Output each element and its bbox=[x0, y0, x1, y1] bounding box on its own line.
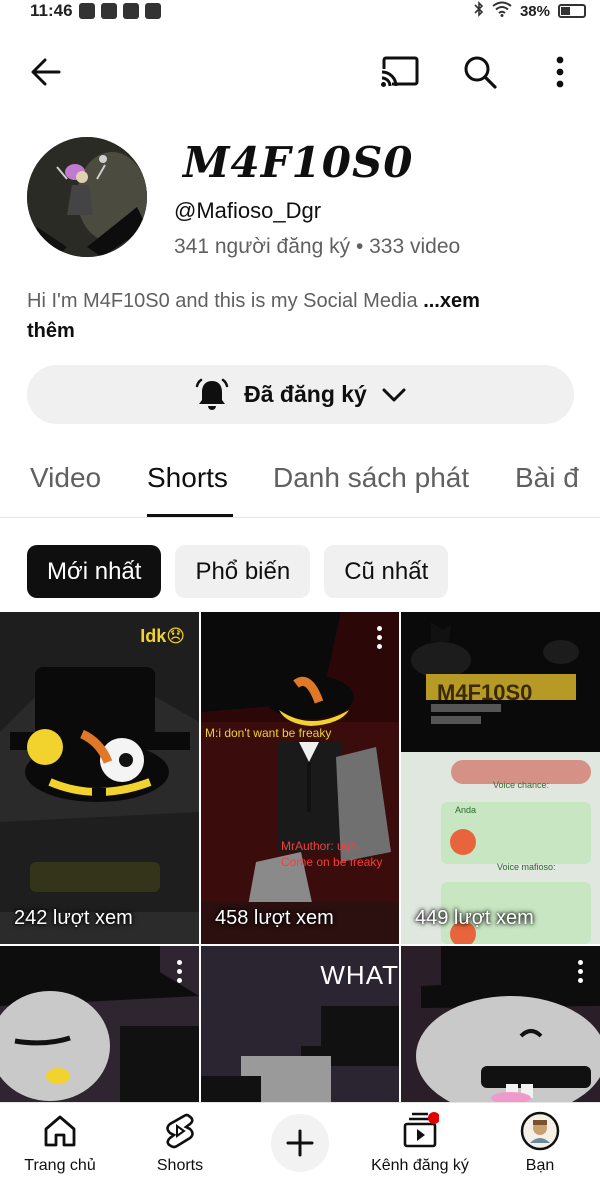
cast-button[interactable] bbox=[374, 46, 426, 98]
description-text: Hi I'm M4F10S0 and this is my Social Med… bbox=[27, 290, 424, 312]
home-icon bbox=[44, 1115, 76, 1147]
short-more-button[interactable] bbox=[576, 960, 584, 986]
short-caption-secondary: MrAuthor: ugh.. Come on be freaky bbox=[281, 839, 383, 869]
arrow-left-icon bbox=[31, 58, 61, 86]
nav-home[interactable]: Trang chủ bbox=[0, 1111, 120, 1175]
search-button[interactable] bbox=[454, 46, 506, 98]
nav-you-label: Bạn bbox=[525, 1157, 555, 1174]
short-caption: Idk😞 bbox=[140, 626, 185, 646]
short-views: 242 lượt xem bbox=[14, 907, 133, 929]
channel-avatar[interactable] bbox=[27, 137, 147, 257]
channel-stats: 341 người đăng ký • 333 video bbox=[174, 235, 461, 258]
shorts-grid: Idk😞 242 lượt xem M:i don't want be frea… bbox=[0, 612, 600, 1102]
channel-name: M4F10S0 bbox=[183, 138, 414, 187]
search-icon bbox=[464, 56, 497, 89]
short-card[interactable] bbox=[0, 946, 199, 1102]
short-thumbnail bbox=[0, 946, 199, 1102]
subscribed-label: Đã đăng ký bbox=[244, 381, 367, 407]
short-caption: WHAT bbox=[320, 960, 399, 990]
active-tab-indicator bbox=[147, 514, 233, 517]
short-thumbnail bbox=[201, 612, 399, 944]
chip-oldest[interactable]: Cũ nhất bbox=[324, 545, 449, 598]
nav-home-label: Trang chủ bbox=[24, 1157, 96, 1174]
chip-newest[interactable]: Mới nhất bbox=[27, 545, 162, 598]
create-button[interactable] bbox=[271, 1114, 329, 1172]
nav-subscriptions-label: Kênh đăng ký bbox=[371, 1157, 469, 1174]
nav-subscriptions[interactable]: Kênh đăng ký bbox=[360, 1111, 480, 1175]
status-left: 11:46 bbox=[30, 1, 161, 21]
subscribed-button[interactable]: Đã đăng ký bbox=[27, 365, 574, 424]
battery-icon bbox=[558, 4, 586, 18]
chat-voice-label-2: Voice mafioso: bbox=[497, 862, 556, 872]
nav-shorts[interactable]: Shorts bbox=[120, 1111, 240, 1175]
back-button[interactable] bbox=[20, 46, 72, 98]
short-card[interactable]: WHAT bbox=[201, 946, 399, 1102]
status-time: 11:46 bbox=[30, 1, 73, 20]
short-views: 458 lượt xem bbox=[215, 907, 334, 929]
more-link[interactable]: ...xem bbox=[423, 290, 480, 312]
sort-chips: Mới nhất Phổ biến Cũ nhất bbox=[27, 545, 449, 598]
short-views: 449 lượt xem bbox=[415, 907, 534, 929]
short-more-button[interactable] bbox=[175, 960, 183, 986]
shorts-icon bbox=[166, 1113, 194, 1149]
nav-shorts-label: Shorts bbox=[156, 1157, 204, 1174]
chat-voice-label: Voice chance: bbox=[493, 780, 550, 790]
short-card[interactable]: Idk😞 242 lượt xem bbox=[0, 612, 199, 944]
channel-tabs: Video Shorts Danh sách phát Bài đ bbox=[0, 450, 600, 518]
top-app-bar bbox=[0, 46, 600, 98]
settings-notification-icon bbox=[144, 3, 161, 19]
short-card[interactable]: M4F10S0 Voice chance: Anda Voice mafioso… bbox=[401, 612, 600, 944]
mail-notification-icon bbox=[122, 3, 139, 19]
short-caption: M4F10S0 bbox=[437, 680, 533, 705]
nav-you[interactable]: Bạn bbox=[480, 1111, 600, 1175]
tiktok-notification-icon bbox=[78, 3, 95, 19]
tab-video[interactable]: Video bbox=[30, 462, 101, 494]
notification-icon bbox=[100, 3, 117, 19]
avatar-image bbox=[27, 137, 147, 257]
short-thumbnail bbox=[0, 612, 199, 944]
subscriptions-icon bbox=[403, 1112, 439, 1148]
channel-description[interactable]: Hi I'm M4F10S0 and this is my Social Med… bbox=[27, 286, 567, 346]
tab-playlists[interactable]: Danh sách phát bbox=[273, 462, 469, 494]
tab-shorts[interactable]: Shorts bbox=[147, 462, 228, 494]
more-link-line2[interactable]: thêm bbox=[27, 320, 75, 342]
bell-ring-icon bbox=[195, 378, 229, 410]
chip-popular[interactable]: Phổ biến bbox=[175, 545, 311, 598]
short-card[interactable] bbox=[401, 946, 600, 1102]
status-right: 38% bbox=[474, 1, 586, 21]
wifi-icon bbox=[492, 1, 512, 21]
cast-icon bbox=[380, 56, 419, 89]
bluetooth-icon bbox=[474, 1, 484, 21]
short-thumbnail bbox=[401, 946, 600, 1102]
short-caption: M:i don't want be freaky bbox=[205, 726, 332, 740]
battery-percent: 38% bbox=[519, 2, 550, 20]
chevron-down-icon bbox=[382, 388, 406, 401]
short-more-button[interactable] bbox=[375, 626, 383, 652]
short-card[interactable]: M:i don't want be freaky MrAuthor: ugh..… bbox=[201, 612, 399, 944]
more-options-button[interactable] bbox=[534, 46, 586, 98]
channel-handle: @Mafioso_Dgr bbox=[174, 198, 322, 223]
more-vertical-icon bbox=[556, 56, 564, 88]
profile-avatar-icon bbox=[520, 1111, 560, 1151]
bottom-navigation: Trang chủ Shorts Kênh đăng ký Bạn bbox=[0, 1102, 600, 1181]
tab-posts[interactable]: Bài đ bbox=[515, 462, 579, 494]
plus-icon bbox=[286, 1129, 314, 1157]
short-thumbnail bbox=[401, 612, 600, 944]
status-bar: 11:46 38% bbox=[0, 0, 600, 22]
chat-name: Anda bbox=[455, 805, 477, 815]
